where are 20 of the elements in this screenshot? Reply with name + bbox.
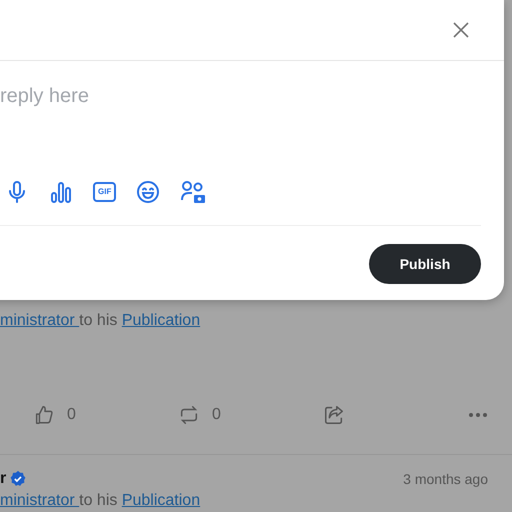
publish-button[interactable]: Publish: [369, 244, 481, 284]
post-link[interactable]: ministrator: [0, 492, 80, 509]
post-text: to his: [79, 492, 118, 509]
repost-count: 0: [212, 406, 221, 424]
more-icon[interactable]: [468, 412, 488, 418]
bar-chart-icon[interactable]: [49, 180, 73, 204]
people-icon[interactable]: [180, 180, 206, 204]
close-icon[interactable]: [452, 21, 470, 39]
post-text: to his: [79, 312, 118, 329]
repost-icon[interactable]: [178, 404, 200, 426]
smiley-icon[interactable]: [136, 180, 160, 204]
post-link[interactable]: Publication: [122, 312, 200, 329]
share-icon[interactable]: [323, 404, 345, 426]
thumbs-up-icon[interactable]: [33, 404, 55, 426]
gif-button[interactable]: GIF: [93, 182, 116, 202]
post-link[interactable]: Publication: [122, 492, 200, 509]
author-name[interactable]: r: [0, 470, 6, 488]
post-time: 3 months ago: [403, 471, 488, 487]
post-link[interactable]: ministrator: [0, 312, 80, 329]
like-count: 0: [67, 406, 76, 424]
